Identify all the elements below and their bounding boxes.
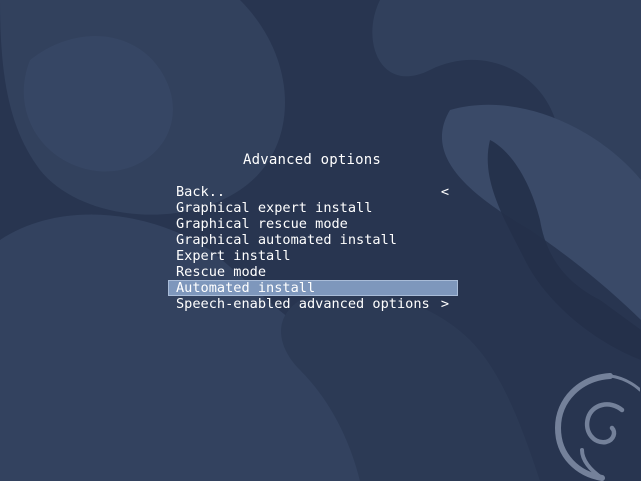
menu-item-label: Automated install — [176, 280, 316, 296]
menu-item-automated-install[interactable]: Automated install — [168, 280, 458, 296]
menu-item-rescue-mode[interactable]: Rescue mode — [168, 264, 458, 280]
menu-item-label: Back.. — [176, 184, 226, 200]
menu-item-speech-enabled-advanced-options[interactable]: Speech-enabled advanced options > — [168, 296, 458, 312]
debian-swirl-icon — [554, 373, 640, 481]
boot-menu: Back.. < Graphical expert install Graphi… — [168, 184, 458, 312]
chevron-right-icon: > — [440, 296, 449, 312]
menu-item-graphical-expert-install[interactable]: Graphical expert install — [168, 200, 458, 216]
menu-item-label: Expert install — [176, 248, 291, 264]
menu-item-label: Graphical expert install — [176, 200, 373, 216]
menu-item-graphical-automated-install[interactable]: Graphical automated install — [168, 232, 458, 248]
menu-item-graphical-rescue-mode[interactable]: Graphical rescue mode — [168, 216, 458, 232]
chevron-left-icon: < — [440, 184, 449, 200]
menu-item-label: Graphical automated install — [176, 232, 397, 248]
menu-item-label: Rescue mode — [176, 264, 267, 280]
menu-item-label: Speech-enabled advanced options — [176, 296, 430, 312]
menu-item-label: Graphical rescue mode — [176, 216, 348, 232]
menu-item-back[interactable]: Back.. < — [168, 184, 458, 200]
menu-title: Advanced options — [242, 152, 382, 168]
menu-item-expert-install[interactable]: Expert install — [168, 248, 458, 264]
